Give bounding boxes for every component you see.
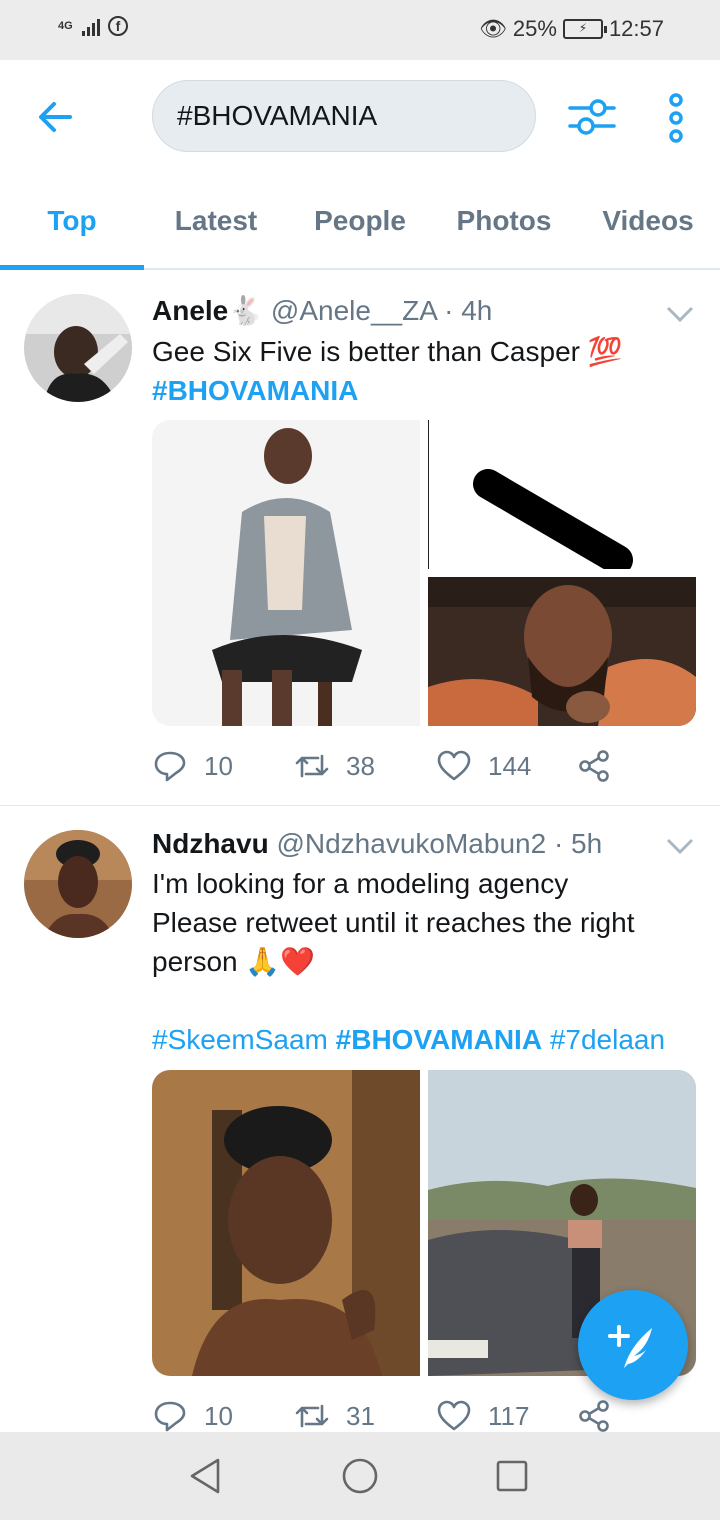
- clock: 12:57: [608, 16, 664, 41]
- tweet-text-line: person: [152, 946, 238, 977]
- tweet[interactable]: Anele🐇 @Anele__ZA · 4h Gee Six Five is b…: [0, 270, 720, 806]
- retweet-count: 38: [346, 750, 375, 781]
- photo-selfie[interactable]: [152, 1070, 420, 1376]
- reply-button[interactable]: 10: [152, 1398, 233, 1434]
- tab-photos[interactable]: Photos: [432, 172, 576, 268]
- avatar[interactable]: [24, 294, 132, 402]
- share-button[interactable]: [576, 1398, 612, 1434]
- photo-woman-seated[interactable]: [152, 420, 420, 726]
- tweet-text-line: Gee Six Five is better than Casper: [152, 336, 580, 367]
- media-grid: [152, 420, 696, 726]
- author-handle[interactable]: @Anele__ZA: [271, 295, 436, 326]
- share-icon: [579, 1400, 609, 1432]
- chevron-down-icon[interactable]: [664, 834, 696, 858]
- tab-latest[interactable]: Latest: [144, 172, 288, 268]
- back-triangle-icon[interactable]: [184, 1454, 228, 1498]
- tab-top[interactable]: Top: [0, 172, 144, 270]
- hashtag-link[interactable]: #SkeemSaam: [152, 1024, 328, 1055]
- like-button[interactable]: 117: [436, 1398, 529, 1434]
- tweet-time: · 5h: [553, 828, 603, 859]
- chevron-down-icon[interactable]: [664, 302, 696, 326]
- emoji: 💯: [587, 336, 623, 367]
- hashtag-link[interactable]: #BHOVAMANIA: [152, 375, 358, 406]
- photo-image: [428, 420, 696, 569]
- recents-square-icon[interactable]: [490, 1454, 534, 1498]
- more-vertical-icon: [669, 93, 683, 143]
- retweet-icon: [295, 754, 329, 778]
- author-name[interactable]: Ndzhavu: [152, 828, 269, 859]
- more-options-button[interactable]: [660, 92, 692, 144]
- share-icon: [579, 750, 609, 782]
- share-button[interactable]: [576, 748, 612, 784]
- author-handle[interactable]: @NdzhavukoMabun2: [276, 828, 546, 859]
- status-bar: 4G f 👁 25% ⚡ 12:57: [0, 0, 720, 60]
- heart-icon: [437, 750, 471, 781]
- photo-man-portrait[interactable]: [428, 577, 696, 726]
- retweet-count: 31: [346, 1400, 375, 1431]
- status-right: 👁 25% ⚡ 12:57: [479, 16, 664, 42]
- home-circle-icon[interactable]: [338, 1454, 382, 1498]
- hashtag-link[interactable]: #7delaan: [550, 1024, 665, 1055]
- tweet-text-line: I'm looking for a modeling agency: [152, 868, 569, 899]
- like-count: 144: [488, 750, 532, 781]
- search-input[interactable]: #BHOVAMANIA: [152, 80, 536, 152]
- like-count: 117: [488, 1400, 530, 1431]
- status-left: 4G f: [58, 16, 128, 36]
- photo-image: [152, 420, 420, 726]
- back-button[interactable]: [30, 92, 80, 142]
- system-nav-bar: [0, 1432, 720, 1520]
- avatar-image: [24, 294, 132, 402]
- battery-percent: 25%: [512, 16, 557, 41]
- tweet-text-line: Please retweet until it reaches the righ…: [152, 907, 635, 938]
- avatar-image: [24, 830, 132, 938]
- filter-sliders-icon: [568, 99, 616, 135]
- retweet-button[interactable]: 31: [294, 1398, 375, 1434]
- tab-people[interactable]: People: [288, 172, 432, 268]
- photo-sign[interactable]: [428, 420, 696, 569]
- tweet-header: Ndzhavu @NdzhavukoMabun2 · 5h: [152, 828, 602, 860]
- photo-image: [428, 577, 696, 726]
- arrow-left-icon: [39, 102, 72, 132]
- eye-comfort-icon: 👁: [478, 16, 507, 41]
- tweet-time: · 4h: [444, 295, 493, 326]
- reply-icon: [154, 751, 186, 782]
- search-tabs: Top Latest People Photos Videos: [0, 172, 720, 270]
- like-button[interactable]: 144: [436, 748, 531, 784]
- retweet-button[interactable]: 38: [294, 748, 375, 784]
- compose-tweet-button[interactable]: [578, 1290, 688, 1400]
- hashtag-link[interactable]: #BHOVAMANIA: [336, 1024, 542, 1055]
- author-name[interactable]: Anele: [152, 295, 228, 326]
- battery-icon: ⚡: [562, 19, 607, 39]
- search-header: #BHOVAMANIA: [0, 60, 720, 172]
- avatar[interactable]: [24, 830, 132, 938]
- compose-tweet-icon: [608, 1325, 652, 1368]
- emoji: 🙏❤️: [245, 946, 316, 977]
- reply-button[interactable]: 10: [152, 748, 233, 784]
- tab-videos[interactable]: Videos: [576, 172, 720, 268]
- reply-icon: [154, 1401, 186, 1432]
- reply-count: 10: [204, 1400, 233, 1431]
- name-emoji: 🐇: [228, 295, 264, 326]
- tweet-text: Gee Six Five is better than Casper 💯 #BH…: [152, 332, 702, 410]
- retweet-icon: [295, 1404, 329, 1428]
- tweet-actions: 10 38 144: [152, 748, 632, 788]
- network-type: 4G: [58, 20, 73, 32]
- filter-button[interactable]: [566, 92, 618, 144]
- tweet-text: I'm looking for a modeling agency Please…: [152, 864, 702, 1059]
- signal-icon: [82, 16, 100, 36]
- facebook-icon: f: [108, 16, 128, 36]
- photo-image: [152, 1070, 420, 1376]
- reply-count: 10: [204, 750, 233, 781]
- heart-icon: [437, 1400, 471, 1431]
- tweet-header: Anele🐇 @Anele__ZA · 4h: [152, 294, 492, 327]
